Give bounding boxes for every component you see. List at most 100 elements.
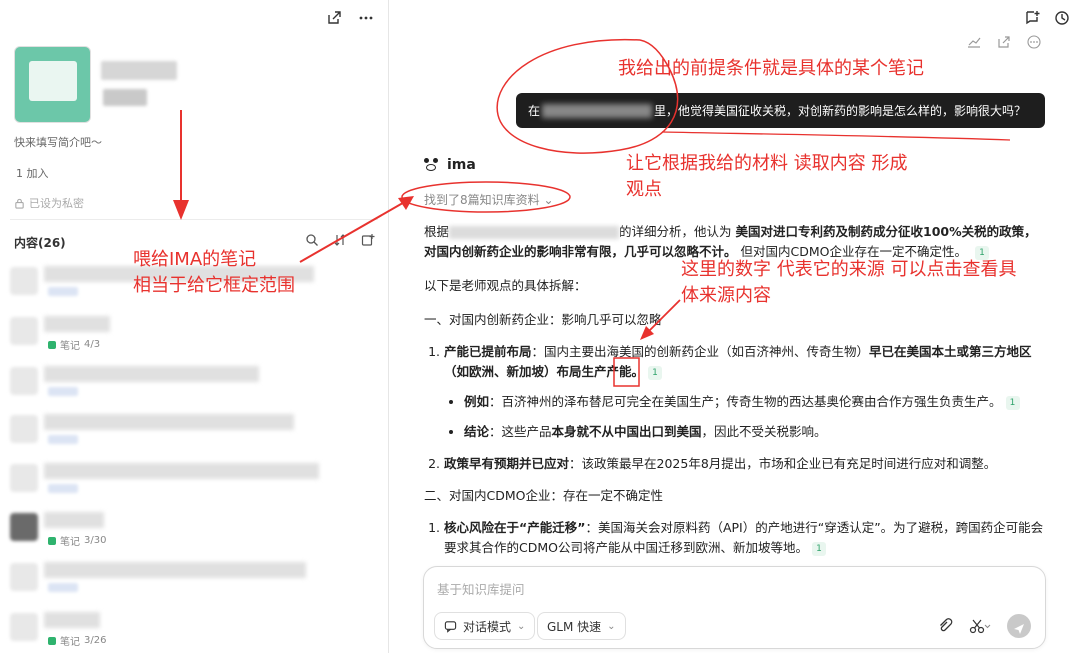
note-title-redacted — [44, 366, 259, 382]
annotation-underline — [661, 131, 1011, 141]
sort-icon[interactable] — [333, 232, 347, 246]
answer-list: 核心风险在于“产能迁移”：美国海关会对原料药（API）的产地进行“穿透认定”。为… — [444, 518, 1049, 558]
new-chat-icon[interactable] — [1024, 10, 1040, 26]
lock-icon — [14, 198, 25, 209]
chat-bubble-icon — [444, 620, 457, 633]
intro-placeholder[interactable]: 快来填写简介吧～ — [14, 134, 102, 150]
answer-text: 但对国内CDMO企业存在一定不确定性。 — [740, 244, 967, 259]
privacy-status: 已设为私密 — [14, 195, 84, 211]
note-meta: 笔记 4/3 — [48, 337, 100, 352]
answer-sublist: 例如：百济神州的泽布替尼可完全在美国生产；传奇生物的西达基奥伦赛由合作方强生负责… — [464, 392, 1049, 442]
search-icon[interactable] — [305, 232, 319, 246]
answer-bold: 本身就不从中国出口到美国 — [551, 424, 702, 439]
annotation-text: 这里的数字 代表它的来源 可以点击查看具 — [681, 259, 1017, 280]
note-date: 3/26 — [84, 635, 107, 646]
annotation-text: 相当于给它框定范围 — [133, 275, 295, 296]
citation-badge[interactable]: 1 — [811, 541, 826, 556]
note-title-redacted — [44, 463, 319, 479]
divider — [10, 219, 378, 220]
attachment-icon[interactable] — [937, 618, 953, 634]
answer-bold: 结论 — [464, 424, 490, 439]
redacted-note-name — [542, 103, 653, 118]
note-thumbnail — [10, 367, 38, 395]
answer-text: ：该政策最早在2025年8月提出，市场和企业已有充足时间进行应对和调整。 — [569, 456, 997, 471]
list-item[interactable] — [10, 561, 380, 601]
annotation-text: 让它根据我给的材料 读取内容 形成 — [626, 153, 908, 174]
question-input-box[interactable]: 基于知识库提问 对话模式 ⌄ GLM 快速 ⌄ — [423, 566, 1046, 649]
answer-text: 的详细分析，他认为 — [619, 224, 732, 239]
note-type-icon — [48, 340, 56, 349]
note-title-redacted — [44, 414, 294, 430]
note-date: 4/3 — [84, 339, 101, 350]
list-item[interactable] — [10, 462, 380, 502]
answer-text: ：这些产品 — [489, 424, 552, 439]
answer-bold: 核心风险在于“产能迁移” — [444, 520, 586, 535]
note-type-label: 笔记 — [60, 341, 80, 352]
question-input-placeholder[interactable]: 基于知识库提问 — [437, 579, 525, 598]
note-type-icon — [48, 536, 56, 545]
answer-bold: 产能已提前布局 — [444, 344, 532, 359]
list-item[interactable]: 笔记 4/3 — [10, 315, 380, 355]
sources-found-toggle[interactable]: 找到了8篇知识库资料 ⌄ — [424, 191, 554, 208]
note-meta — [48, 583, 78, 592]
note-thumbnail — [10, 464, 38, 492]
app-root: 快来填写简介吧～ 1 加入 已设为私密 内容(26) 笔记 4/3 笔记 3/3… — [0, 0, 1080, 653]
user-message-suffix: 里，他觉得美国征收关税，对创新药的影响是怎么样的，影响很大吗？ — [654, 104, 1027, 118]
annotation-text: 观点 — [626, 179, 662, 200]
send-icon — [1013, 620, 1025, 634]
note-type-label: 笔记 — [60, 537, 80, 548]
list-item[interactable]: 笔记 3/26 — [10, 611, 380, 651]
content-count-header: 内容(26) — [14, 236, 66, 250]
answer-section-heading: 一、对国内创新药企业：影响几乎可以忽略 — [424, 312, 662, 327]
list-item: 产能已提前布局：国内主要出海美国的创新药企业（如百济神州、传奇生物）早已在美国本… — [444, 342, 1049, 442]
add-content-icon[interactable] — [361, 232, 375, 246]
note-type-icon — [48, 636, 56, 645]
content-tools — [305, 232, 375, 246]
chart-icon[interactable] — [967, 34, 981, 48]
more-icon[interactable] — [1027, 34, 1041, 49]
note-meta — [48, 387, 78, 396]
more-icon[interactable] — [358, 10, 374, 26]
chat-mode-label: 对话模式 — [463, 619, 512, 634]
knowledge-base-cover — [14, 46, 91, 123]
list-item: 结论：这些产品本身就不从中国出口到美国，因此不受关税影响。 — [464, 422, 1049, 442]
user-message: 在 里，他觉得美国征收关税，对创新药的影响是怎么样的，影响很大吗？ — [516, 93, 1045, 128]
scissors-icon[interactable] — [969, 618, 991, 634]
citation-badge[interactable]: 1 — [1005, 395, 1020, 410]
note-title-redacted — [44, 562, 306, 578]
answer-text: ：国内主要出海美国的创新药企业（如百济神州、传奇生物） — [531, 344, 870, 359]
note-thumbnail — [10, 267, 38, 295]
annotation-text: 我给出的前提条件就是具体的某个笔记 — [618, 58, 924, 79]
list-item: 政策早有预期并已应对：该政策最早在2025年8月提出，市场和企业已有充足时间进行… — [444, 454, 1049, 474]
model-dropdown[interactable]: GLM 快速 ⌄ — [537, 612, 626, 640]
annotation-text: 体来源内容 — [681, 285, 771, 306]
chat-mode-dropdown[interactable]: 对话模式 ⌄ — [434, 612, 536, 640]
chevron-down-icon: ⌄ — [543, 193, 554, 207]
knowledge-base-panel: 快来填写简介吧～ 1 加入 已设为私密 内容(26) 笔记 4/3 笔记 3/3… — [0, 0, 389, 653]
list-item[interactable]: 笔记 3/30 — [10, 511, 380, 551]
list-item[interactable] — [10, 365, 380, 405]
redacted-source — [449, 226, 620, 239]
input-actions — [937, 614, 1031, 638]
share-icon[interactable] — [326, 10, 342, 26]
history-icon[interactable] — [1054, 10, 1070, 26]
chevron-down-icon: ⌄ — [607, 620, 616, 632]
list-item: 核心风险在于“产能迁移”：美国海关会对原料药（API）的产地进行“穿透认定”。为… — [444, 518, 1049, 558]
share-icon[interactable] — [997, 34, 1011, 48]
annotation-arrowhead — [398, 196, 414, 210]
chevron-down-icon: ⌄ — [517, 620, 526, 632]
answer-text: ：百济神州的泽布替尼可完全在美国生产；传奇生物的西达基奥伦赛由合作方强生负责生产… — [489, 394, 1002, 409]
note-date: 3/30 — [84, 535, 107, 546]
citation-badge[interactable]: 1 — [648, 365, 663, 380]
model-label: GLM 快速 — [547, 619, 602, 634]
note-thumbnail — [10, 613, 38, 641]
privacy-label: 已设为私密 — [29, 197, 84, 210]
answer-text: ，因此不受关税影响。 — [701, 424, 827, 439]
note-meta — [48, 484, 78, 493]
chat-toolbar — [1024, 10, 1070, 26]
list-item[interactable] — [10, 413, 380, 453]
knowledge-base-owner-redacted — [103, 89, 147, 106]
send-button[interactable] — [1007, 614, 1031, 638]
answer-bold: 政策早有预期并已应对 — [444, 456, 570, 471]
answer-intro: 根据 的详细分析，他认为 美国对进口专利药及制药成分征收100%关税的政策，对国内… — [424, 222, 1049, 262]
